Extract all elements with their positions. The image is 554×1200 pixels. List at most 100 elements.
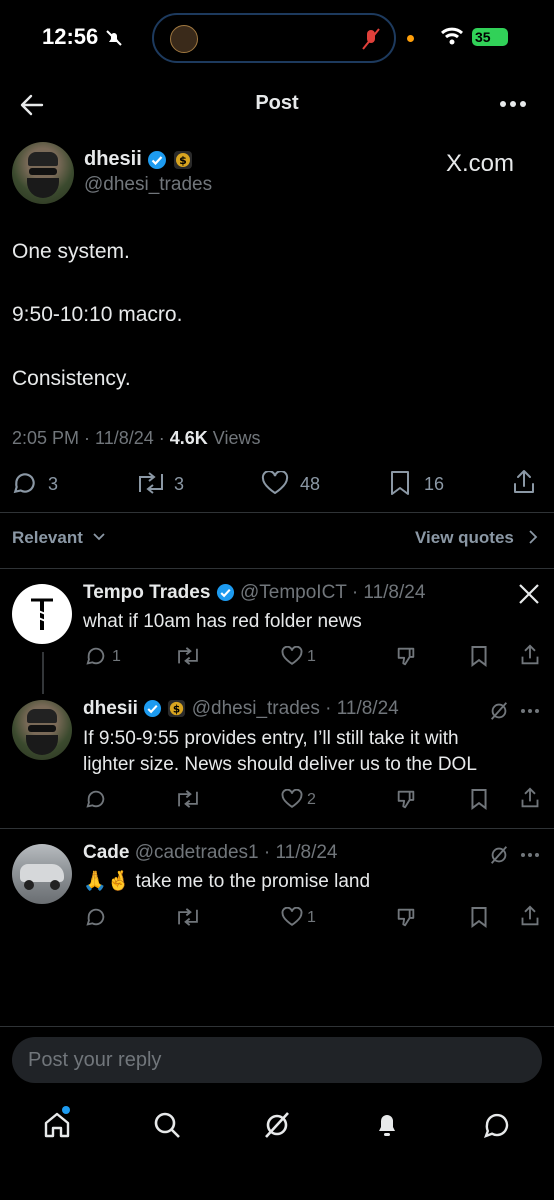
chevron-down-icon	[93, 533, 105, 541]
repost-icon[interactable]	[135, 472, 167, 494]
chevron-right-icon	[529, 530, 538, 544]
repost-icon[interactable]	[175, 647, 201, 665]
reply-icon[interactable]	[12, 470, 38, 496]
unread-dot	[62, 1106, 70, 1114]
post-text-line: 9:50-10:10 macro.	[12, 303, 183, 326]
reply-handle-date: @dhesi_trades · 11/8/24	[191, 698, 399, 719]
subscription-badge-icon: $	[168, 700, 186, 718]
reply-composer-input[interactable]: Post your reply	[12, 1037, 542, 1083]
reply-author-name[interactable]: Cade	[83, 842, 129, 863]
svg-text:$: $	[173, 704, 180, 716]
grok-icon[interactable]	[488, 844, 510, 866]
app-activity-icon	[170, 25, 198, 53]
view-quotes-link[interactable]: View quotes	[415, 528, 514, 548]
reply-text: If 9:50-9:55 provides entry, I’ll still …	[83, 726, 477, 778]
share-icon[interactable]	[520, 787, 540, 809]
tempo-logo-icon	[31, 598, 53, 630]
verified-badge-icon	[144, 700, 162, 718]
divider	[0, 828, 554, 829]
silent-bell-icon	[106, 30, 122, 46]
source-badge: X.com	[446, 150, 515, 177]
share-icon[interactable]	[512, 469, 536, 495]
bookmark-icon[interactable]	[470, 906, 488, 928]
reply-header: Tempo Trades @TempoICT · 11/8/24	[83, 582, 425, 604]
dynamic-island	[152, 13, 396, 63]
reply-handle-date: @TempoICT · 11/8/24	[239, 582, 426, 603]
author-name[interactable]: dhesii	[84, 148, 142, 170]
reply-text-line: If 9:50-9:55 provides entry, I’ll still …	[83, 728, 459, 749]
post-text-line: One system.	[12, 240, 130, 263]
subscription-badge-icon: $	[173, 150, 192, 169]
reply-count: 1	[112, 648, 121, 665]
dislike-icon[interactable]	[395, 906, 417, 928]
author-handle: @dhesi_trades	[84, 174, 213, 195]
post-timestamp: 2:05 PM · 11/8/24 ·	[12, 428, 170, 448]
like-count: 1	[307, 909, 316, 926]
reply-count: 3	[48, 474, 59, 494]
reply-text-body: take me to the promise land	[130, 871, 371, 892]
reply-header: Cade @cadetrades1 · 11/8/24	[83, 842, 337, 864]
reply-icon[interactable]	[85, 645, 107, 667]
thread-line	[42, 652, 44, 694]
sort-label: Relevant	[12, 528, 83, 547]
more-options-icon[interactable]	[520, 852, 540, 858]
bookmark-icon[interactable]	[470, 788, 488, 810]
like-count: 48	[300, 474, 321, 494]
reply-text: 🙏🤞 take me to the promise land	[83, 869, 370, 895]
like-icon[interactable]	[261, 471, 289, 495]
page-title: Post	[255, 92, 299, 114]
verified-badge-icon	[216, 584, 234, 602]
reply-avatar[interactable]	[12, 584, 72, 644]
reply-avatar[interactable]	[12, 844, 72, 904]
views-count: 4.6K	[169, 428, 208, 448]
mic-muted-icon	[362, 28, 380, 50]
wifi-icon	[441, 27, 463, 45]
repost-icon[interactable]	[175, 908, 201, 926]
repost-count: 3	[174, 474, 185, 494]
grok-icon[interactable]	[262, 1110, 292, 1140]
home-icon[interactable]	[42, 1110, 72, 1140]
more-options-icon[interactable]	[520, 708, 540, 714]
like-icon[interactable]	[281, 646, 303, 666]
like-icon[interactable]	[281, 907, 303, 927]
reply-author-name[interactable]: Tempo Trades	[83, 582, 210, 603]
messages-icon[interactable]	[482, 1110, 512, 1140]
verified-badge-icon	[148, 150, 167, 169]
divider	[0, 1026, 554, 1027]
reply-header: dhesii $ @dhesi_trades · 11/8/24	[83, 698, 399, 720]
search-icon[interactable]	[152, 1110, 182, 1140]
reply-avatar[interactable]	[12, 700, 72, 760]
reply-author-name[interactable]: dhesii	[83, 698, 138, 719]
status-time: 12:56	[42, 24, 99, 49]
reply-text: what if 10am has red folder news	[83, 611, 362, 632]
divider	[0, 512, 554, 513]
reply-emojis: 🙏🤞	[83, 871, 131, 892]
notifications-bell-icon[interactable]	[372, 1110, 402, 1140]
reply-text-line: lighter size. News should deliver us to …	[83, 754, 477, 775]
repost-icon[interactable]	[175, 790, 201, 808]
reply-icon[interactable]	[85, 906, 107, 928]
bookmark-icon[interactable]	[470, 645, 488, 667]
dislike-icon[interactable]	[395, 788, 417, 810]
reply-icon[interactable]	[85, 788, 107, 810]
bottom-nav	[0, 1096, 554, 1156]
post-author-row: dhesii $	[84, 148, 193, 171]
post-meta: 2:05 PM · 11/8/24 · 4.6K Views	[12, 428, 260, 449]
svg-text:$: $	[179, 154, 187, 167]
sort-relevant-dropdown[interactable]: Relevant	[12, 528, 83, 548]
more-options-icon[interactable]	[500, 100, 526, 108]
like-icon[interactable]	[281, 789, 303, 809]
post-text-line: Consistency.	[12, 367, 131, 390]
grok-icon[interactable]	[488, 700, 510, 722]
dislike-icon[interactable]	[395, 645, 417, 667]
bookmark-count: 16	[424, 474, 445, 494]
bookmark-icon[interactable]	[389, 470, 411, 496]
divider	[0, 568, 554, 569]
reply-handle-date: @cadetrades1 · 11/8/24	[134, 842, 338, 863]
x-logo-icon	[519, 584, 539, 604]
view-quotes-label: View quotes	[415, 528, 514, 547]
recording-dot	[407, 35, 414, 42]
share-icon[interactable]	[520, 644, 540, 666]
author-avatar[interactable]	[12, 142, 74, 204]
share-icon[interactable]	[520, 905, 540, 927]
